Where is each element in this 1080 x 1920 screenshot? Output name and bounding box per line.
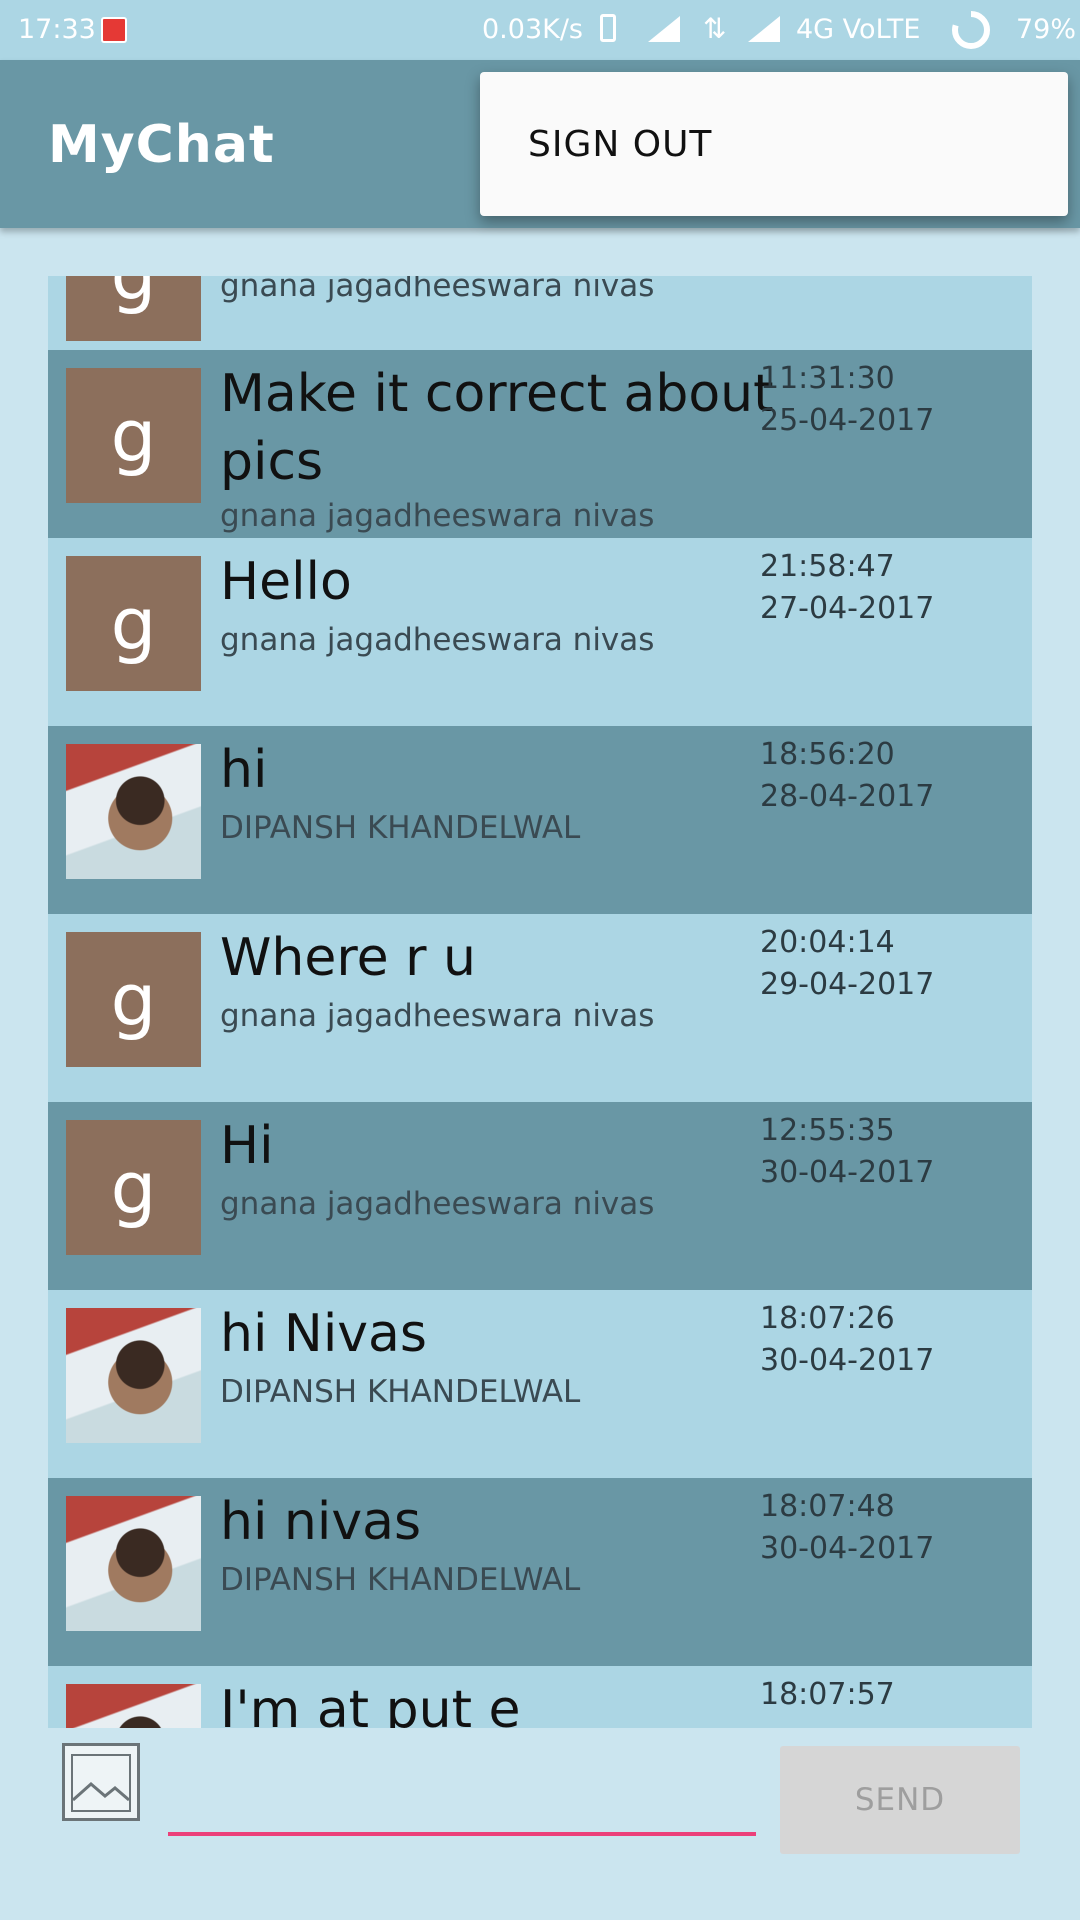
vibrate-icon xyxy=(600,14,616,42)
avatar: g xyxy=(66,932,201,1067)
message-text: hi Nivas xyxy=(220,1304,428,1364)
message-timestamp: 18:56:20 28-04-2017 xyxy=(760,734,934,818)
overflow-menu: SIGN OUT xyxy=(480,72,1068,216)
notification-icon xyxy=(101,17,127,43)
message-text: Where r u xyxy=(220,928,476,988)
message-date: 29-04-2017 xyxy=(760,967,935,1002)
message-sender: gnana jagadheeswara nivas xyxy=(220,998,655,1034)
message-text: Make it correct about pics xyxy=(220,364,774,492)
message-text: hi xyxy=(220,740,268,800)
message-input[interactable] xyxy=(168,1760,756,1836)
message-time: 20:04:14 xyxy=(760,925,895,960)
avatar xyxy=(66,1684,201,1728)
message-timestamp: 18:07:26 30-04-2017 xyxy=(760,1298,934,1382)
message-date: 27-04-2017 xyxy=(760,591,935,626)
message-time: 18:56:20 xyxy=(760,737,895,772)
avatar xyxy=(66,1496,201,1631)
list-item[interactable]: g Where r u gnana jagadheeswara nivas 20… xyxy=(48,914,1032,1102)
message-sender: DIPANSH KHANDELWAL xyxy=(220,810,581,846)
list-item[interactable]: g gnana jagadheeswara nivas xyxy=(48,276,1032,350)
signal-icon xyxy=(648,16,680,42)
attach-image-button[interactable] xyxy=(62,1743,140,1821)
list-item[interactable]: hi Nivas DIPANSH KHANDELWAL 18:07:26 30-… xyxy=(48,1290,1032,1478)
battery-icon xyxy=(952,11,990,49)
message-date: 28-04-2017 xyxy=(760,779,935,814)
battery-percent: 79% xyxy=(1016,14,1077,45)
signal-icon-2 xyxy=(748,16,780,42)
message-text: I'm at put e xyxy=(220,1680,521,1728)
data-arrows-icon: ⇅ xyxy=(703,12,727,45)
message-sender: gnana jagadheeswara nivas xyxy=(220,622,655,658)
list-item[interactable]: g Make it correct about pics gnana jagad… xyxy=(48,350,1032,538)
message-date: 30-04-2017 xyxy=(760,1531,935,1566)
message-text: hi nivas xyxy=(220,1492,422,1552)
sign-out-menu-item[interactable]: SIGN OUT xyxy=(528,124,712,165)
status-time: 17:33 xyxy=(18,14,96,45)
message-sender: DIPANSH KHANDELWAL xyxy=(220,1562,581,1598)
message-sender: gnana jagadheeswara nivas xyxy=(220,276,655,304)
list-item[interactable]: g Hi gnana jagadheeswara nivas 12:55:35 … xyxy=(48,1102,1032,1290)
message-timestamp: 21:58:47 27-04-2017 xyxy=(760,546,934,630)
list-item[interactable]: g Hello gnana jagadheeswara nivas 21:58:… xyxy=(48,538,1032,726)
message-timestamp: 12:55:35 30-04-2017 xyxy=(760,1110,934,1194)
message-date: 25-04-2017 xyxy=(760,403,935,438)
message-time: 18:07:48 xyxy=(760,1489,895,1524)
avatar xyxy=(66,744,201,879)
avatar: g xyxy=(66,1120,201,1255)
message-sender: gnana jagadheeswara nivas xyxy=(220,1186,655,1222)
send-button[interactable]: SEND xyxy=(780,1746,1020,1854)
avatar: g xyxy=(66,368,201,503)
message-list[interactable]: g gnana jagadheeswara nivas g Make it co… xyxy=(48,276,1032,1728)
avatar xyxy=(66,1308,201,1443)
message-time: 18:07:26 xyxy=(760,1301,895,1336)
message-time: 11:31:30 xyxy=(760,361,895,396)
app-title: MyChat xyxy=(48,115,275,175)
message-text: Hi xyxy=(220,1116,274,1176)
message-timestamp: 20:04:14 29-04-2017 xyxy=(760,922,934,1006)
message-sender: DIPANSH KHANDELWAL xyxy=(220,1374,581,1410)
message-sender: gnana jagadheeswara nivas xyxy=(220,498,655,534)
message-time: 12:55:35 xyxy=(760,1113,895,1148)
message-text: Hello xyxy=(220,552,352,612)
list-item[interactable]: hi DIPANSH KHANDELWAL 18:56:20 28-04-201… xyxy=(48,726,1032,914)
network-type: 4G VoLTE xyxy=(796,14,921,45)
status-bar: 17:33 0.03K/s ⇅ 4G VoLTE 79% xyxy=(0,0,1080,60)
message-time: 21:58:47 xyxy=(760,549,895,584)
message-timestamp: 18:07:57 xyxy=(760,1674,895,1716)
message-time: 18:07:57 xyxy=(760,1677,895,1712)
message-timestamp: 11:31:30 25-04-2017 xyxy=(760,358,934,442)
avatar: g xyxy=(66,276,201,341)
avatar: g xyxy=(66,556,201,691)
network-speed: 0.03K/s xyxy=(482,14,583,45)
list-item[interactable]: I'm at put e 18:07:57 xyxy=(48,1666,1032,1728)
image-icon xyxy=(71,1754,131,1812)
message-timestamp: 18:07:48 30-04-2017 xyxy=(760,1486,934,1570)
list-item[interactable]: hi nivas DIPANSH KHANDELWAL 18:07:48 30-… xyxy=(48,1478,1032,1666)
message-date: 30-04-2017 xyxy=(760,1343,935,1378)
message-date: 30-04-2017 xyxy=(760,1155,935,1190)
